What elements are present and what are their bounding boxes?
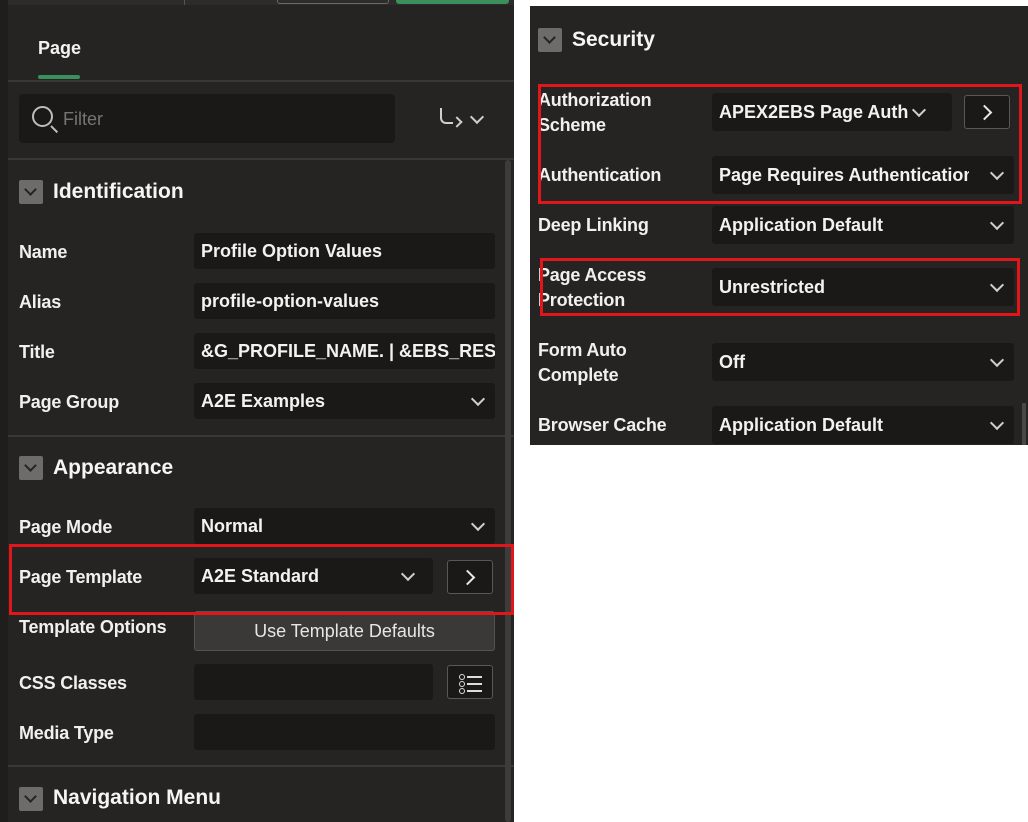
filter-input[interactable] bbox=[61, 104, 385, 134]
highlight-box bbox=[9, 544, 514, 615]
title-value: &G_PROFILE_NAME. | &EBS_RESF bbox=[201, 340, 495, 361]
browser-cache-label: Browser Cache bbox=[538, 415, 667, 435]
tab-active-indicator bbox=[38, 75, 80, 79]
scrollbar[interactable] bbox=[505, 160, 511, 822]
toolbar-button-outline[interactable] bbox=[277, 0, 389, 4]
scrollbar[interactable] bbox=[1022, 403, 1026, 445]
collapse-toggle-icon[interactable] bbox=[538, 28, 562, 52]
section-title-security[interactable]: Security bbox=[572, 28, 655, 52]
chevron-down-icon bbox=[989, 215, 1005, 231]
alias-field[interactable]: profile-option-values bbox=[194, 283, 495, 319]
alias-value: profile-option-values bbox=[201, 290, 380, 311]
deep-linking-value: Application Default bbox=[719, 214, 884, 235]
chevron-down-icon bbox=[470, 391, 486, 407]
form-auto-complete-select[interactable]: Off bbox=[712, 343, 1014, 381]
collapse-toggle-icon[interactable] bbox=[19, 180, 43, 204]
list-picker-icon[interactable] bbox=[447, 665, 493, 699]
media-type-label: Media Type bbox=[19, 723, 114, 743]
template-options-value: Use Template Defaults bbox=[254, 620, 435, 641]
name-label: Name bbox=[19, 242, 68, 262]
security-panel: Security Authorization Scheme APEX2EBS P… bbox=[530, 6, 1028, 445]
divider bbox=[8, 765, 514, 767]
media-type-input[interactable] bbox=[194, 714, 495, 750]
tab-divider bbox=[8, 80, 514, 82]
page-group-label: Page Group bbox=[19, 392, 120, 412]
deep-linking-label: Deep Linking bbox=[538, 215, 649, 235]
collapse-toggle-icon[interactable] bbox=[19, 456, 43, 480]
css-classes-input[interactable] bbox=[194, 664, 433, 700]
highlight-box bbox=[540, 258, 1020, 316]
form-auto-complete-value: Off bbox=[719, 351, 745, 372]
chevron-down-icon bbox=[469, 109, 485, 125]
template-options-button[interactable]: Use Template Defaults bbox=[194, 611, 495, 651]
name-field[interactable]: Profile Option Values bbox=[194, 233, 495, 269]
toolbar-divider bbox=[184, 0, 185, 5]
page-mode-select[interactable]: Normal bbox=[194, 508, 495, 544]
toolbar-save-button[interactable] bbox=[396, 0, 509, 4]
filter-box[interactable] bbox=[19, 94, 395, 143]
page-group-select[interactable]: A2E Examples bbox=[194, 383, 495, 419]
title-label: Title bbox=[19, 342, 55, 362]
page-mode-label: Page Mode bbox=[19, 517, 113, 537]
page-mode-value: Normal bbox=[201, 515, 264, 536]
page-group-value: A2E Examples bbox=[201, 390, 326, 411]
form-auto-complete-label-line1: Form Auto bbox=[538, 340, 627, 360]
chevron-down-icon bbox=[989, 415, 1005, 431]
alias-label: Alias bbox=[19, 292, 62, 312]
goto-group-icon[interactable] bbox=[438, 106, 488, 132]
tab-page[interactable]: Page bbox=[38, 38, 81, 59]
title-field[interactable]: &G_PROFILE_NAME. | &EBS_RESF bbox=[194, 333, 495, 369]
chevron-down-icon bbox=[989, 352, 1005, 368]
browser-cache-select[interactable]: Application Default bbox=[712, 406, 1014, 444]
deep-linking-select[interactable]: Application Default bbox=[712, 206, 1014, 244]
form-auto-complete-label: Form Auto Complete bbox=[538, 338, 627, 388]
collapse-toggle-icon[interactable] bbox=[19, 787, 43, 811]
browser-cache-value: Application Default bbox=[719, 414, 884, 435]
divider bbox=[8, 435, 514, 437]
name-value: Profile Option Values bbox=[201, 240, 383, 261]
section-title-identification[interactable]: Identification bbox=[53, 180, 184, 204]
panel-gutter bbox=[0, 0, 8, 822]
chevron-down-icon bbox=[470, 516, 486, 532]
section-title-appearance[interactable]: Appearance bbox=[53, 456, 173, 480]
section-title-navigation-menu[interactable]: Navigation Menu bbox=[53, 786, 221, 810]
template-options-label: Template Options bbox=[19, 617, 167, 637]
form-auto-complete-label-line2: Complete bbox=[538, 365, 619, 385]
css-classes-label: CSS Classes bbox=[19, 673, 127, 693]
search-icon bbox=[32, 106, 53, 127]
divider bbox=[8, 158, 514, 160]
property-editor-panel: Page Identification Name Profile Option … bbox=[0, 0, 514, 822]
search-icon-handle bbox=[50, 125, 59, 134]
highlight-box bbox=[538, 84, 1022, 204]
